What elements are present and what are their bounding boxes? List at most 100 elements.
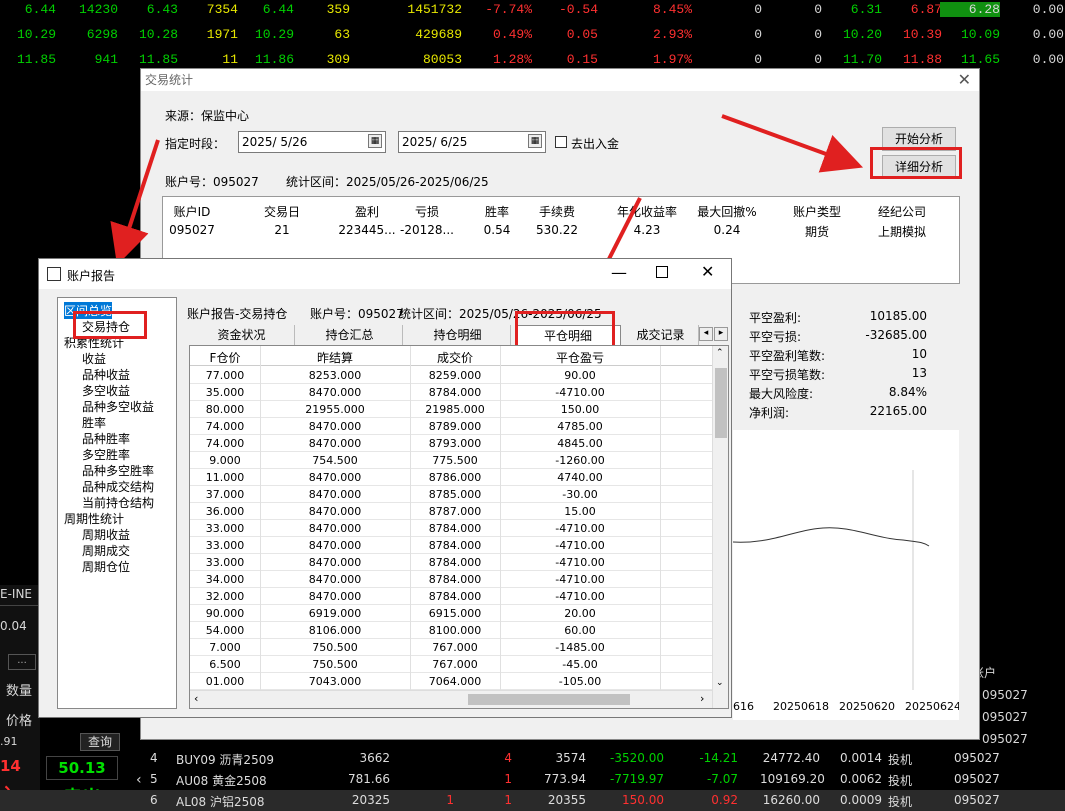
- table-row[interactable]: 74.000 8470.000 8789.000 4785.00: [190, 418, 712, 435]
- table-row[interactable]: 74.000 8470.000 8793.000 4845.00: [190, 435, 712, 452]
- table-row[interactable]: 34.000 8470.000 8784.000 -4710.00: [190, 571, 712, 588]
- table-row[interactable]: 7.000 750.500 767.000 -1485.00: [190, 639, 712, 656]
- table-cell: 20.00: [564, 607, 596, 620]
- table-cell: 8470.000: [308, 471, 362, 484]
- tab-scroll-left-icon[interactable]: ◂: [699, 327, 713, 341]
- table-cell: -1260.00: [555, 454, 605, 467]
- table-row[interactable]: 37.000 8470.000 8785.000 -30.00: [190, 486, 712, 503]
- tree-item[interactable]: 周期性统计: [64, 510, 124, 527]
- table-cell: 8470.000: [308, 539, 362, 552]
- table-header: F仓价 昨结算 成交价 平仓盈亏: [190, 346, 728, 366]
- scroll-down-icon[interactable]: ⌄: [716, 678, 724, 688]
- table-row[interactable]: 77.000 8253.000 8259.000 90.00: [190, 367, 712, 384]
- vertical-scrollbar[interactable]: ⌃ ⌄: [712, 346, 728, 708]
- tree-item[interactable]: 周期仓位: [82, 558, 130, 575]
- report-tab[interactable]: 资金状况: [189, 325, 295, 345]
- tree-item[interactable]: 周期成交: [82, 542, 130, 559]
- table-row[interactable]: 11.000 8470.000 8786.000 4740.00: [190, 469, 712, 486]
- table-row[interactable]: 54.000 8106.000 8100.000 60.00: [190, 622, 712, 639]
- table-row[interactable]: 01.000 7043.000 7064.000 -105.00: [190, 673, 712, 690]
- tree-item[interactable]: 多空胜率: [82, 446, 130, 463]
- table-row[interactable]: 80.000 21955.000 21985.000 150.00: [190, 401, 712, 418]
- tree-highlight-box: [73, 311, 147, 339]
- table-col-header: 昨结算: [316, 351, 353, 365]
- column-divider: [410, 346, 411, 708]
- table-col-header: 成交价: [436, 351, 473, 365]
- scroll-up-icon[interactable]: ⌃: [716, 348, 724, 358]
- table-cell: 21955.000: [305, 403, 365, 416]
- account-report-window: 账户报告 — ✕ 区间总览 交易持仓 积累性统计 收益 品种收益 多空收益 品种多空收益 胜率…: [38, 258, 732, 718]
- arrow-to-detail: [721, 114, 864, 173]
- table-cell: 60.00: [564, 624, 596, 637]
- table-cell: 11.000: [205, 471, 245, 484]
- table-cell: 35.000: [205, 386, 245, 399]
- report-tab[interactable]: 持仓明细: [405, 325, 511, 345]
- close-icon[interactable]: ✕: [701, 262, 714, 281]
- table-cell: 750.500: [312, 658, 358, 671]
- table-row[interactable]: 9.000 754.500 775.500 -1260.00: [190, 452, 712, 469]
- table-row[interactable]: 90.000 6919.000 6915.000 20.00: [190, 605, 712, 622]
- table-cell: 8470.000: [308, 437, 362, 450]
- horizontal-scrollbar[interactable]: ‹ ›: [190, 690, 712, 708]
- scroll-right-icon[interactable]: ›: [700, 692, 704, 705]
- tree-item[interactable]: 多空收益: [82, 382, 130, 399]
- tree-item[interactable]: 胜率: [82, 414, 106, 431]
- report-account: 账户号：095027: [310, 307, 404, 321]
- report-header-text: 账户报告-交易持仓: [187, 307, 288, 321]
- report-tab[interactable]: 持仓汇总: [297, 325, 403, 345]
- table-cell: 6915.000: [428, 607, 482, 620]
- table-cell: -4710.00: [555, 556, 605, 569]
- table-cell: 8470.000: [308, 386, 362, 399]
- table-cell: 8784.000: [428, 539, 482, 552]
- table-cell: 32.000: [205, 590, 245, 603]
- table-cell: 8784.000: [428, 573, 482, 586]
- tree-item[interactable]: 周期收益: [82, 526, 130, 543]
- table-row[interactable]: 32.000 8470.000 8784.000 -4710.00: [190, 588, 712, 605]
- tab-scroll-right-icon[interactable]: ▸: [714, 327, 728, 341]
- table-row[interactable]: 6.500 750.500 767.000 -45.00: [190, 656, 712, 673]
- column-divider: [260, 346, 261, 708]
- scroll-left-icon[interactable]: ‹: [194, 692, 198, 705]
- close-detail-table: F仓价 昨结算 成交价 平仓盈亏 77.000 8253.000 8259.000 90.0…: [189, 345, 729, 709]
- table-row[interactable]: 36.000 8470.000 8787.000 15.00: [190, 503, 712, 520]
- maximize-icon[interactable]: [656, 266, 668, 278]
- table-cell: -45.00: [562, 658, 598, 671]
- report-title: 账户报告: [67, 269, 116, 283]
- table-cell: 80.000: [205, 403, 245, 416]
- table-cell: 775.500: [432, 454, 478, 467]
- report-tab[interactable]: 成交记录: [623, 325, 699, 345]
- table-cell: 7064.000: [428, 675, 482, 688]
- tree-item[interactable]: 品种多空胜率: [82, 462, 154, 479]
- column-divider: [500, 346, 501, 708]
- table-cell: 37.000: [205, 488, 245, 501]
- table-row[interactable]: 33.000 8470.000 8784.000 -4710.00: [190, 520, 712, 537]
- table-row[interactable]: 35.000 8470.000 8784.000 -4710.00: [190, 384, 712, 401]
- table-cell: 01.000: [205, 675, 245, 688]
- table-cell: -4710.00: [555, 590, 605, 603]
- minimize-icon[interactable]: —: [611, 263, 627, 282]
- tree-item[interactable]: 品种多空收益: [82, 398, 154, 415]
- hscroll-thumb[interactable]: [468, 694, 630, 705]
- table-cell: -4710.00: [555, 539, 605, 552]
- table-row[interactable]: 33.000 8470.000 8784.000 -4710.00: [190, 537, 712, 554]
- table-cell: 4740.00: [557, 471, 603, 484]
- table-cell: -4710.00: [555, 386, 605, 399]
- table-cell: 767.000: [432, 641, 478, 654]
- tree-item[interactable]: 品种成交结构: [82, 478, 154, 495]
- table-cell: 750.500: [312, 641, 358, 654]
- report-nav-tree: 区间总览 交易持仓 积累性统计 收益 品种收益 多空收益 品种多空收益 胜率 品种胜率 多空胜率品…: [57, 297, 177, 709]
- table-cell: 36.000: [205, 505, 245, 518]
- table-cell: 34.000: [205, 573, 245, 586]
- table-row[interactable]: 33.000 8470.000 8784.000 -4710.00: [190, 554, 712, 571]
- table-cell: 8787.000: [428, 505, 482, 518]
- tree-item[interactable]: 品种胜率: [82, 430, 130, 447]
- scroll-thumb[interactable]: [715, 368, 727, 438]
- table-cell: 8786.000: [428, 471, 482, 484]
- tree-item[interactable]: 当前持仓结构: [82, 494, 154, 511]
- table-cell: 767.000: [432, 658, 478, 671]
- table-cell: 8470.000: [308, 522, 362, 535]
- tree-item[interactable]: 收益: [82, 350, 106, 367]
- tree-item[interactable]: 品种收益: [82, 366, 130, 383]
- table-cell: 4845.00: [557, 437, 603, 450]
- table-cell: -4710.00: [555, 522, 605, 535]
